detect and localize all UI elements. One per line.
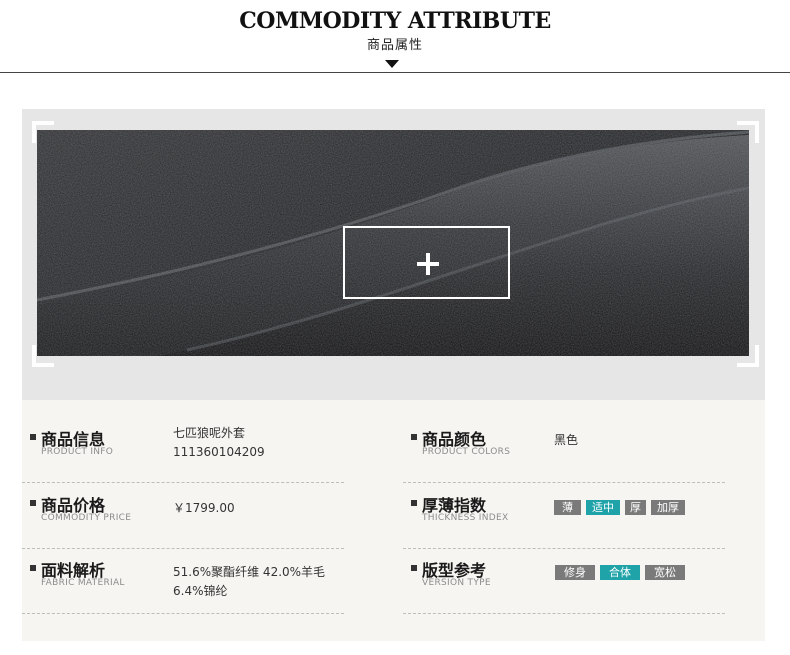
bullet-icon [411, 500, 417, 506]
section-header: COMMODITY ATTRIBUTE 商品属性 [0, 0, 790, 80]
attr-commodity-price: 商品价格 COMMODITY PRICE ￥1799.00 [22, 484, 352, 549]
zoom-box[interactable] [343, 226, 510, 299]
tag-version-loose[interactable]: 宽松 [645, 565, 685, 580]
attr-fabric: 面料解析 FABRIC MATERIAL 51.6%聚酯纤维 42.0%羊毛 6… [22, 549, 352, 614]
bullet-icon [411, 565, 417, 571]
caret-down-icon [385, 60, 399, 68]
attr-product-colors: 商品颜色 PRODUCT COLORS 黑色 [403, 418, 743, 483]
attr-label-en: FABRIC MATERIAL [41, 578, 125, 588]
attr-label-en: PRODUCT INFO [41, 447, 114, 457]
dashed-divider [403, 482, 725, 483]
tag-thickness-extra-thick[interactable]: 加厚 [651, 500, 685, 515]
color-value: 黑色 [554, 433, 579, 447]
tag-version-regular[interactable]: 合体 [600, 565, 640, 580]
bullet-icon [30, 500, 36, 506]
bullet-icon [30, 565, 36, 571]
fabric-value: 51.6%聚酯纤维 42.0%羊毛 6.4%锦纶 [173, 563, 325, 601]
attr-label-en: PRODUCT COLORS [422, 447, 511, 457]
attr-product-info: 商品信息 PRODUCT INFO 七匹狼呢外套 111360104209 [22, 418, 352, 483]
attr-version-type: 版型参考 VERSION TYPE 修身 合体 宽松 [403, 549, 743, 614]
corner-mark-bottom-right [737, 345, 759, 367]
zoom-plus-icon[interactable] [417, 253, 439, 275]
fabric-photo-area [22, 109, 765, 400]
product-code: 111360104209 [173, 445, 265, 459]
corner-mark-bottom-left [32, 345, 54, 367]
corner-mark-top-left [32, 121, 54, 143]
dashed-divider [22, 482, 344, 483]
dashed-divider [403, 613, 725, 614]
fabric-photo[interactable] [37, 130, 749, 356]
version-tags: 修身 合体 宽松 [555, 565, 690, 580]
bullet-icon [30, 434, 36, 440]
attr-label-en: VERSION TYPE [422, 578, 491, 588]
tag-thickness-thick[interactable]: 厚 [625, 500, 646, 515]
tag-thickness-medium[interactable]: 适中 [586, 500, 620, 515]
attr-value: 七匹狼呢外套 111360104209 [173, 424, 265, 462]
corner-mark-top-right [737, 121, 759, 143]
thickness-tags: 薄 适中 厚 加厚 [554, 500, 690, 515]
tag-thickness-thin[interactable]: 薄 [554, 500, 581, 515]
product-name: 七匹狼呢外套 [173, 426, 246, 440]
attr-thickness: 厚薄指数 THICKNESS INDEX 薄 适中 厚 加厚 [403, 484, 743, 549]
price-value: ￥1799.00 [173, 501, 235, 515]
tag-version-slim[interactable]: 修身 [555, 565, 595, 580]
bullet-icon [411, 434, 417, 440]
section-title-en: COMMODITY ATTRIBUTE [239, 8, 551, 34]
dashed-divider [22, 613, 344, 614]
attr-label-en: COMMODITY PRICE [41, 513, 132, 523]
fabric-line-1: 51.6%聚酯纤维 42.0%羊毛 [173, 565, 326, 579]
fabric-line-2: 6.4%锦纶 [173, 584, 228, 598]
section-title-cn: 商品属性 [366, 38, 423, 53]
header-divider [0, 72, 790, 73]
attribute-panel: 商品信息 PRODUCT INFO 七匹狼呢外套 111360104209 商品… [22, 109, 765, 641]
attr-label-en: THICKNESS INDEX [422, 513, 509, 523]
